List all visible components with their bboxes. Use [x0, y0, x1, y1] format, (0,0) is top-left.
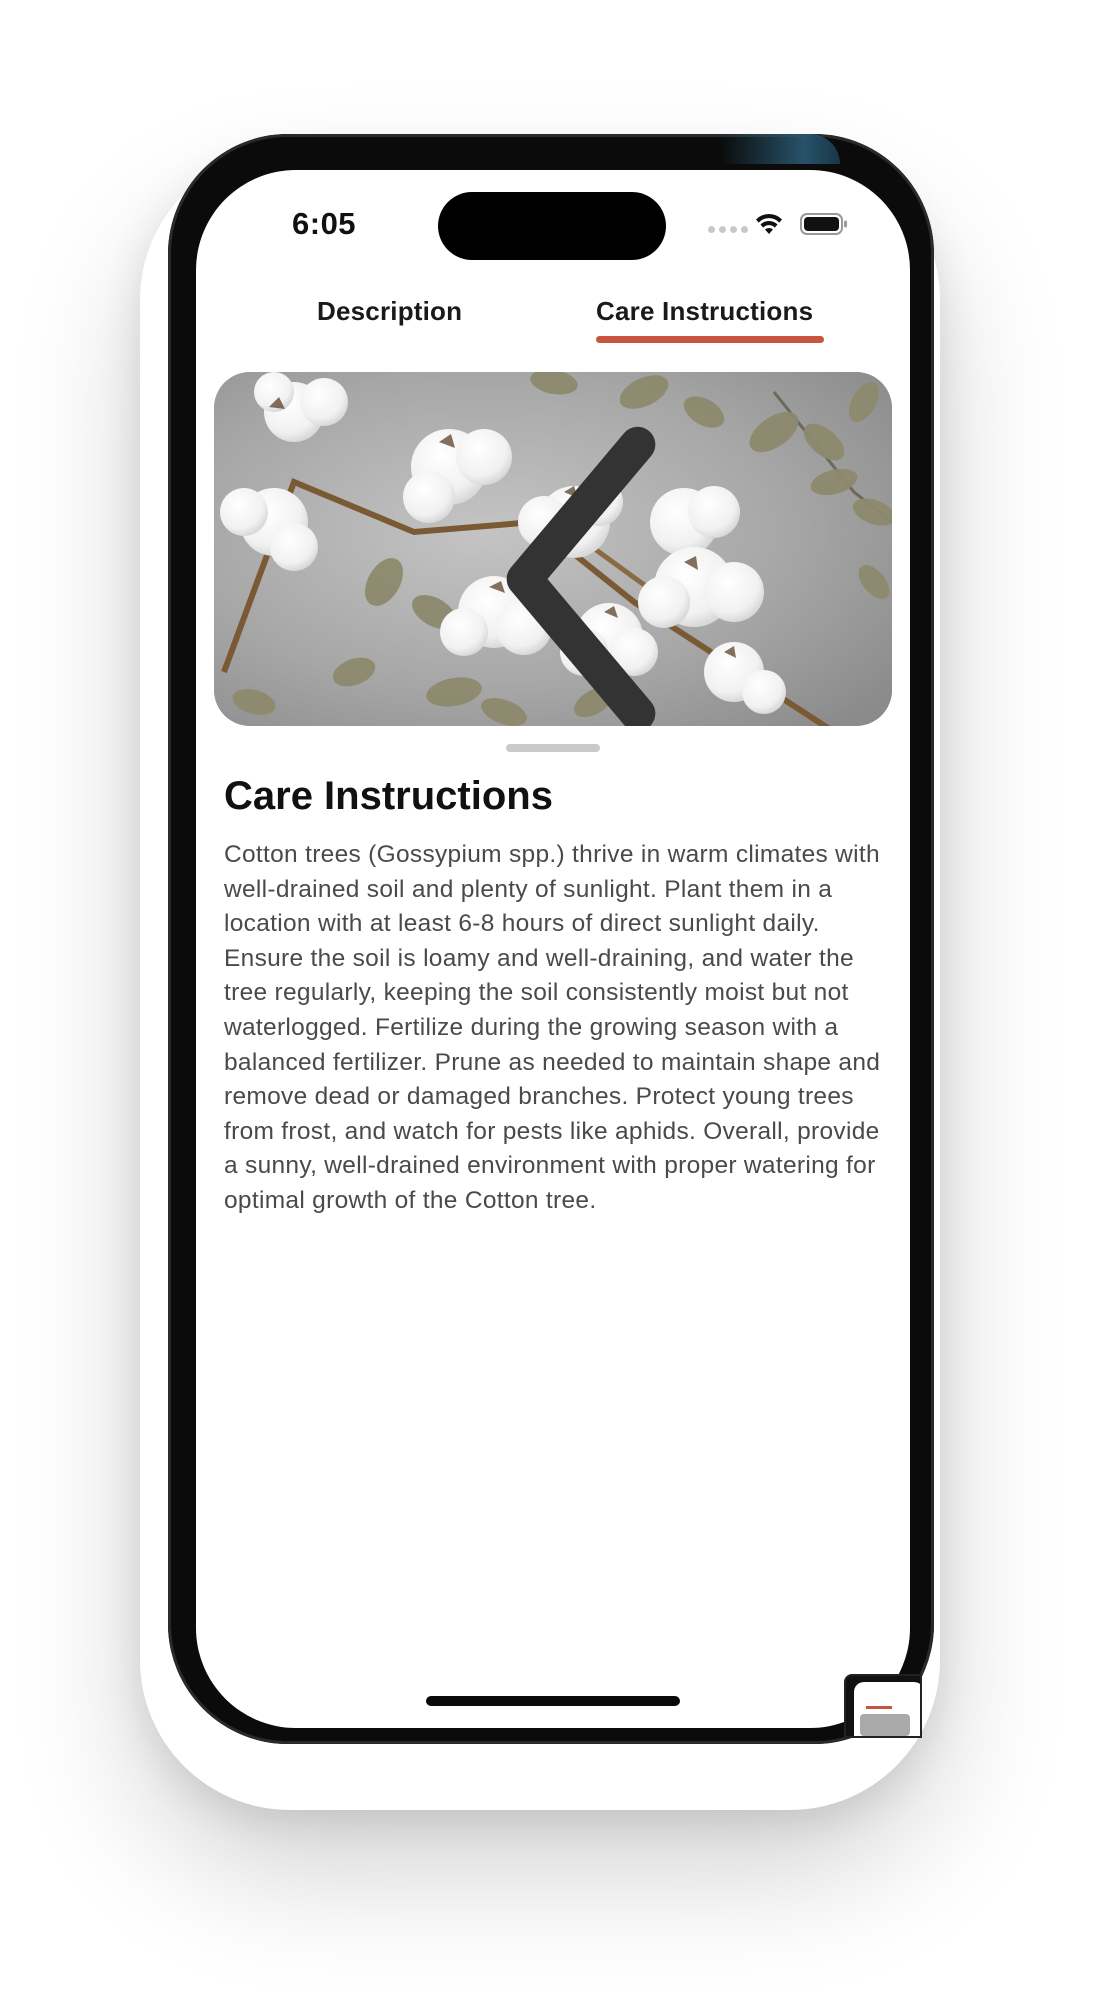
tab-care-instructions[interactable]: Care Instructions [596, 296, 813, 327]
battery-icon [800, 213, 847, 235]
back-chevron-icon[interactable] [242, 402, 892, 726]
tab-selected-indicator [596, 336, 824, 343]
tab-description[interactable]: Description [317, 296, 462, 327]
plant-photo [214, 372, 892, 726]
screenshot-stage: 6:05 Description Care Instructions Care … [0, 0, 1119, 1993]
dynamic-island [438, 192, 666, 260]
screenshot-thumbnail[interactable] [844, 1674, 922, 1738]
cellular-signal-icon [708, 226, 748, 233]
status-time: 6:05 [292, 206, 357, 241]
section-title: Care Instructions [224, 774, 553, 818]
home-indicator[interactable] [426, 1696, 680, 1706]
care-instructions-text: Cotton trees (Gossypium spp.) thrive in … [224, 841, 881, 1214]
sheet-drag-handle[interactable] [506, 744, 600, 752]
phone-edge-reflection [720, 134, 840, 164]
wifi-icon [756, 213, 782, 234]
segmented-tab-bar: Description Care Instructions [196, 296, 910, 356]
phone-screen: 6:05 Description Care Instructions Care … [196, 170, 910, 1728]
